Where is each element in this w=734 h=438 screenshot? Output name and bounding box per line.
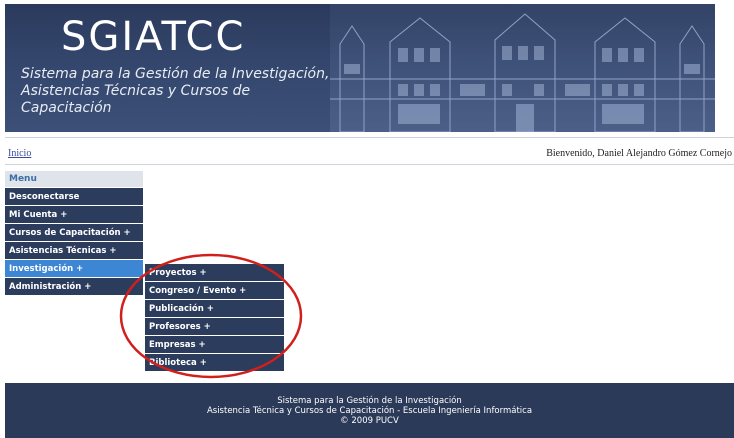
- submenu-item-profesores[interactable]: Profesores +: [145, 318, 284, 336]
- subtitle-line-2: Asistencias Técnicas y Cursos de Capacit…: [21, 83, 251, 116]
- submenu-item-biblioteca[interactable]: Biblioteca +: [145, 354, 284, 372]
- page-footer: Sistema para la Gestión de la Investigac…: [5, 383, 734, 438]
- menu-item-cursos-capacitacion[interactable]: Cursos de Capacitación +: [5, 224, 143, 242]
- app-subtitle: Sistema para la Gestión de la Investigac…: [21, 66, 341, 117]
- university-building-image: [330, 4, 715, 132]
- subtitle-line-1: Sistema para la Gestión de la Investigac…: [21, 66, 330, 82]
- menu-item-mi-cuenta[interactable]: Mi Cuenta +: [5, 206, 143, 224]
- app-logo: SGIATCC: [61, 14, 246, 60]
- footer-copyright: © 2009 PUCV: [340, 416, 399, 426]
- footer-line-1: Sistema para la Gestión de la Investigac…: [277, 396, 462, 406]
- sidebar-menu: Menu Desconectarse Mi Cuenta + Cursos de…: [5, 171, 143, 296]
- investigacion-submenu: Proyectos + Congreso / Evento + Publicac…: [145, 264, 284, 372]
- submenu-item-empresas[interactable]: Empresas +: [145, 336, 284, 354]
- submenu-item-congreso-evento[interactable]: Congreso / Evento +: [145, 282, 284, 300]
- menu-item-desconectarse[interactable]: Desconectarse: [5, 188, 143, 206]
- footer-line-2: Asistencia Técnica y Cursos de Capacitac…: [206, 406, 533, 416]
- divider-top: [5, 137, 734, 138]
- submenu-item-proyectos[interactable]: Proyectos +: [145, 264, 284, 282]
- welcome-message: Bienvenido, Daniel Alejandro Gómez Corne…: [546, 148, 732, 159]
- menu-item-investigacion[interactable]: Investigación +: [5, 260, 143, 278]
- submenu-item-publicacion[interactable]: Publicación +: [145, 300, 284, 318]
- menu-item-asistencias-tecnicas[interactable]: Asistencias Técnicas +: [5, 242, 143, 260]
- divider-bottom: [5, 164, 734, 165]
- header-banner: SGIATCC Sistema para la Gestión de la In…: [5, 4, 715, 132]
- menu-item-administracion[interactable]: Administración +: [5, 278, 143, 296]
- menu-header: Menu: [5, 171, 143, 188]
- breadcrumb-home-link[interactable]: Inicio: [8, 148, 31, 159]
